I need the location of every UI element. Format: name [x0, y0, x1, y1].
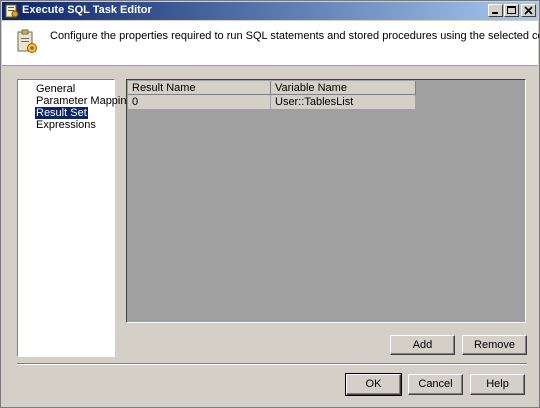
minimize-button[interactable] — [488, 4, 503, 17]
sql-task-icon — [5, 4, 19, 18]
cancel-button[interactable]: Cancel — [408, 374, 463, 395]
nav-item-parameter-mapping[interactable]: Parameter Mapping — [35, 95, 134, 107]
close-icon — [524, 6, 533, 15]
minimize-icon — [492, 12, 498, 14]
add-button[interactable]: Add — [390, 335, 455, 355]
window-title: Execute SQL Task Editor — [22, 4, 152, 16]
remove-button[interactable]: Remove — [462, 335, 527, 355]
column-header-result-name[interactable]: Result Name — [128, 81, 271, 95]
nav-item-result-set[interactable]: Result Set — [35, 107, 88, 119]
page-navigation-list: General Parameter Mapping Result Set Exp… — [17, 79, 133, 357]
header-description: Configure the properties required to run… — [50, 30, 540, 42]
nav-item-expressions[interactable]: Expressions — [35, 119, 97, 131]
column-header-variable-name[interactable]: Variable Name — [271, 81, 416, 95]
maximize-icon — [507, 6, 516, 14]
help-button[interactable]: Help — [470, 374, 525, 395]
result-set-grid[interactable]: Result Name Variable Name 0 User::Tables… — [126, 79, 526, 323]
header-panel: Configure the properties required to run… — [2, 21, 540, 66]
clipboard-gear-icon — [16, 29, 38, 58]
cell-result-name[interactable]: 0 — [128, 95, 271, 110]
ok-button[interactable]: OK — [345, 373, 402, 396]
maximize-button[interactable] — [504, 4, 519, 17]
close-button[interactable] — [521, 4, 536, 17]
execute-sql-task-editor-window: Execute SQL Task Editor Configure the pr… — [0, 0, 540, 408]
cell-variable-name[interactable]: User::TablesList — [271, 95, 416, 110]
nav-item-general[interactable]: General — [35, 83, 76, 95]
divider — [17, 363, 527, 365]
title-bar[interactable]: Execute SQL Task Editor — [2, 2, 538, 20]
